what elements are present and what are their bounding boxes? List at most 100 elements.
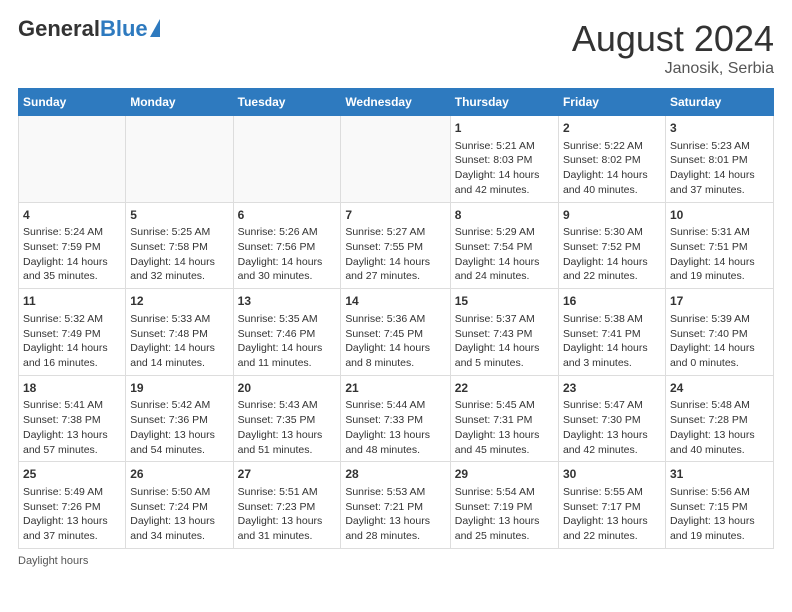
calendar-cell: 29Sunrise: 5:54 AMSunset: 7:19 PMDayligh…	[450, 462, 558, 549]
day-number: 5	[130, 207, 228, 224]
day-info: Sunset: 7:23 PM	[238, 500, 337, 515]
page: GeneralBlue August 2024 Janosik, Serbia …	[0, 0, 792, 577]
calendar-title: August 2024	[572, 18, 774, 60]
calendar-cell: 25Sunrise: 5:49 AMSunset: 7:26 PMDayligh…	[19, 462, 126, 549]
day-info: and 34 minutes.	[130, 529, 228, 544]
calendar-cell	[126, 116, 233, 203]
day-number: 18	[23, 380, 121, 397]
day-info: Daylight: 14 hours	[563, 255, 661, 270]
day-info: and 24 minutes.	[455, 269, 554, 284]
day-info: and 19 minutes.	[670, 529, 769, 544]
day-number: 10	[670, 207, 769, 224]
day-info: Daylight: 14 hours	[670, 255, 769, 270]
calendar-cell: 7Sunrise: 5:27 AMSunset: 7:55 PMDaylight…	[341, 202, 450, 289]
calendar-cell: 9Sunrise: 5:30 AMSunset: 7:52 PMDaylight…	[558, 202, 665, 289]
day-info: Sunrise: 5:43 AM	[238, 398, 337, 413]
day-info: Daylight: 13 hours	[670, 428, 769, 443]
day-info: Daylight: 14 hours	[130, 255, 228, 270]
day-info: Daylight: 14 hours	[455, 341, 554, 356]
day-info: and 37 minutes.	[23, 529, 121, 544]
day-number: 3	[670, 120, 769, 137]
day-info: and 54 minutes.	[130, 443, 228, 458]
day-info: Sunrise: 5:23 AM	[670, 139, 769, 154]
weekday-header: Thursday	[450, 89, 558, 116]
weekday-header: Friday	[558, 89, 665, 116]
day-info: and 40 minutes.	[563, 183, 661, 198]
day-info: Sunset: 7:15 PM	[670, 500, 769, 515]
day-info: Sunset: 7:33 PM	[345, 413, 445, 428]
day-info: and 27 minutes.	[345, 269, 445, 284]
day-info: and 31 minutes.	[238, 529, 337, 544]
weekday-header: Tuesday	[233, 89, 341, 116]
calendar-cell: 12Sunrise: 5:33 AMSunset: 7:48 PMDayligh…	[126, 289, 233, 376]
day-info: Sunset: 7:58 PM	[130, 240, 228, 255]
calendar-cell: 10Sunrise: 5:31 AMSunset: 7:51 PMDayligh…	[665, 202, 773, 289]
day-info: Sunrise: 5:45 AM	[455, 398, 554, 413]
day-number: 29	[455, 466, 554, 483]
calendar-week-row: 4Sunrise: 5:24 AMSunset: 7:59 PMDaylight…	[19, 202, 774, 289]
calendar-cell	[233, 116, 341, 203]
calendar-cell: 4Sunrise: 5:24 AMSunset: 7:59 PMDaylight…	[19, 202, 126, 289]
day-info: and 3 minutes.	[563, 356, 661, 371]
day-number: 14	[345, 293, 445, 310]
day-info: Sunrise: 5:42 AM	[130, 398, 228, 413]
day-number: 26	[130, 466, 228, 483]
day-info: Daylight: 14 hours	[130, 341, 228, 356]
calendar-cell: 30Sunrise: 5:55 AMSunset: 7:17 PMDayligh…	[558, 462, 665, 549]
day-info: and 42 minutes.	[455, 183, 554, 198]
day-number: 23	[563, 380, 661, 397]
day-info: Daylight: 13 hours	[563, 514, 661, 529]
day-number: 28	[345, 466, 445, 483]
day-info: Sunrise: 5:31 AM	[670, 225, 769, 240]
day-info: Sunrise: 5:47 AM	[563, 398, 661, 413]
day-number: 1	[455, 120, 554, 137]
day-info: Sunrise: 5:38 AM	[563, 312, 661, 327]
day-info: Sunrise: 5:29 AM	[455, 225, 554, 240]
day-number: 11	[23, 293, 121, 310]
logo-general-text: GeneralBlue	[18, 18, 148, 40]
day-info: Daylight: 13 hours	[130, 428, 228, 443]
day-info: Sunset: 8:01 PM	[670, 153, 769, 168]
logo-text-block: GeneralBlue	[18, 18, 160, 40]
day-number: 13	[238, 293, 337, 310]
day-info: Daylight: 13 hours	[345, 514, 445, 529]
calendar-cell: 6Sunrise: 5:26 AMSunset: 7:56 PMDaylight…	[233, 202, 341, 289]
day-info: and 28 minutes.	[345, 529, 445, 544]
footer: Daylight hours	[18, 555, 774, 567]
calendar-cell: 31Sunrise: 5:56 AMSunset: 7:15 PMDayligh…	[665, 462, 773, 549]
day-info: Daylight: 13 hours	[455, 428, 554, 443]
calendar-cell: 15Sunrise: 5:37 AMSunset: 7:43 PMDayligh…	[450, 289, 558, 376]
day-info: Sunset: 7:35 PM	[238, 413, 337, 428]
day-info: Sunrise: 5:49 AM	[23, 485, 121, 500]
day-info: and 8 minutes.	[345, 356, 445, 371]
day-info: Sunrise: 5:24 AM	[23, 225, 121, 240]
day-number: 24	[670, 380, 769, 397]
day-number: 21	[345, 380, 445, 397]
day-info: Sunset: 7:30 PM	[563, 413, 661, 428]
day-number: 31	[670, 466, 769, 483]
day-info: Sunset: 7:40 PM	[670, 327, 769, 342]
day-info: Daylight: 14 hours	[23, 255, 121, 270]
day-number: 20	[238, 380, 337, 397]
day-info: Sunset: 7:36 PM	[130, 413, 228, 428]
day-info: and 5 minutes.	[455, 356, 554, 371]
weekday-header-row: SundayMondayTuesdayWednesdayThursdayFrid…	[19, 89, 774, 116]
day-info: Sunrise: 5:48 AM	[670, 398, 769, 413]
day-info: Sunrise: 5:25 AM	[130, 225, 228, 240]
calendar-cell: 23Sunrise: 5:47 AMSunset: 7:30 PMDayligh…	[558, 375, 665, 462]
day-number: 7	[345, 207, 445, 224]
day-info: and 11 minutes.	[238, 356, 337, 371]
day-info: Sunrise: 5:39 AM	[670, 312, 769, 327]
day-info: Sunrise: 5:37 AM	[455, 312, 554, 327]
day-info: Daylight: 13 hours	[670, 514, 769, 529]
calendar-table: SundayMondayTuesdayWednesdayThursdayFrid…	[18, 88, 774, 549]
day-info: and 14 minutes.	[130, 356, 228, 371]
calendar-cell: 19Sunrise: 5:42 AMSunset: 7:36 PMDayligh…	[126, 375, 233, 462]
day-info: Daylight: 14 hours	[455, 168, 554, 183]
day-number: 30	[563, 466, 661, 483]
day-info: Sunset: 7:28 PM	[670, 413, 769, 428]
calendar-cell: 11Sunrise: 5:32 AMSunset: 7:49 PMDayligh…	[19, 289, 126, 376]
day-info: Daylight: 13 hours	[23, 514, 121, 529]
day-info: Sunrise: 5:54 AM	[455, 485, 554, 500]
calendar-cell: 17Sunrise: 5:39 AMSunset: 7:40 PMDayligh…	[665, 289, 773, 376]
